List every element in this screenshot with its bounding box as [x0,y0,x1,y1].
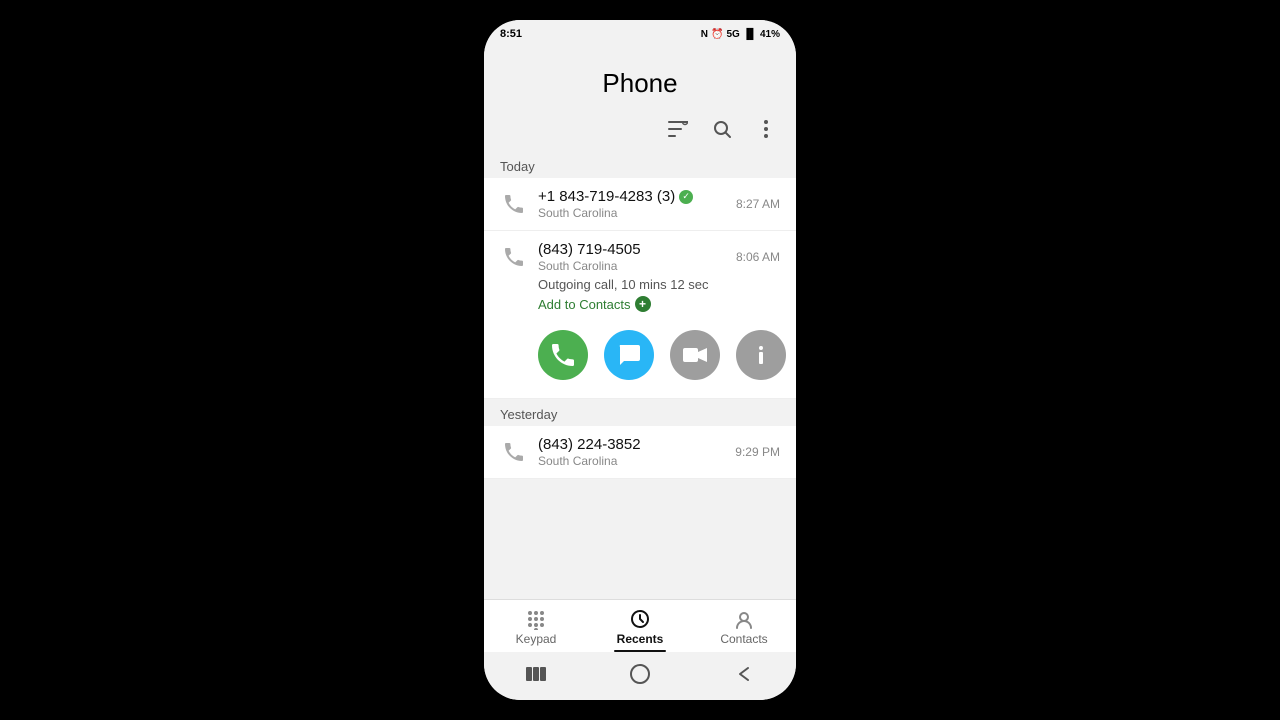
nav-contacts[interactable]: Contacts [692,600,796,652]
nav-recents[interactable]: Recents [588,600,692,652]
call-location-1: South Carolina [538,206,736,220]
status-icons: N ⏰ 5G ▐▌ 41% [701,29,780,40]
call-item-3-main: (843) 224-3852 South Carolina 9:29 PM [500,436,780,468]
nav-recent-apps[interactable] [522,660,550,688]
system-bar [484,652,796,700]
app-content: Phone [484,44,796,652]
nav-home[interactable] [626,660,654,688]
call-location-2: South Carolina [538,259,736,273]
network-type: 5G [726,29,739,40]
call-item-1[interactable]: +1 843-719-4283 (3) ✓ South Carolina 8:2… [484,178,796,231]
filter-icon[interactable] [664,115,692,143]
battery-level: 41% [760,29,780,40]
call-phone-icon-1 [500,190,528,218]
call-item-1-main: +1 843-719-4283 (3) ✓ South Carolina 8:2… [500,188,780,220]
video-action-button[interactable] [670,330,720,380]
status-bar: 8:51 N ⏰ 5G ▐▌ 41% [484,20,796,44]
call-phone-icon-3 [500,438,528,466]
more-options-icon[interactable] [752,115,780,143]
info-action-button[interactable] [736,330,786,380]
nav-recents-label: Recents [617,632,664,646]
app-title: Phone [484,44,796,115]
toolbar [484,115,796,151]
status-time: 8:51 [500,28,522,40]
add-to-contacts-button[interactable]: Add to Contacts + [538,296,780,312]
nav-contacts-label: Contacts [720,632,767,646]
call-phone-icon-2 [500,243,528,271]
verified-icon-1: ✓ [679,190,693,204]
call-location-3: South Carolina [538,454,735,468]
call-number-2: (843) 719-4505 [538,241,736,258]
signal-icon: ▐▌ [743,29,757,40]
call-action-button[interactable] [538,330,588,380]
call-item-2-main: (843) 719-4505 South Carolina 8:06 AM [500,241,780,273]
add-contacts-label: Add to Contacts [538,297,631,312]
search-icon[interactable] [708,115,736,143]
nav-back[interactable] [730,660,758,688]
section-today: Today [484,151,796,178]
nfc-icon: N [701,29,708,40]
phone-frame: 8:51 N ⏰ 5G ▐▌ 41% Phone [484,20,796,700]
nav-keypad[interactable]: Keypad [484,600,588,652]
bottom-nav: Keypad Recents Contacts [484,599,796,652]
call-info-2: (843) 719-4505 South Carolina [538,241,736,273]
message-action-button[interactable] [604,330,654,380]
nav-keypad-label: Keypad [516,632,557,646]
call-detail-text: Outgoing call, 10 mins 12 sec [538,277,780,292]
section-yesterday: Yesterday [484,399,796,426]
call-time-1: 8:27 AM [736,197,780,211]
call-item-3[interactable]: (843) 224-3852 South Carolina 9:29 PM [484,426,796,479]
alarm-icon: ⏰ [711,29,723,40]
call-time-2: 8:06 AM [736,250,780,264]
call-list: Today +1 843-719-4283 (3) ✓ South Ca [484,151,796,599]
action-buttons [500,326,786,388]
call-number-1: +1 843-719-4283 (3) ✓ [538,188,736,205]
call-number-3: (843) 224-3852 [538,436,735,453]
call-info-1: +1 843-719-4283 (3) ✓ South Carolina [538,188,736,220]
call-time-3: 9:29 PM [735,445,780,459]
call-extra-2: Outgoing call, 10 mins 12 sec Add to Con… [500,273,780,326]
call-item-2[interactable]: (843) 719-4505 South Carolina 8:06 AM Ou… [484,231,796,399]
call-info-3: (843) 224-3852 South Carolina [538,436,735,468]
add-contacts-plus-icon: + [635,296,651,312]
